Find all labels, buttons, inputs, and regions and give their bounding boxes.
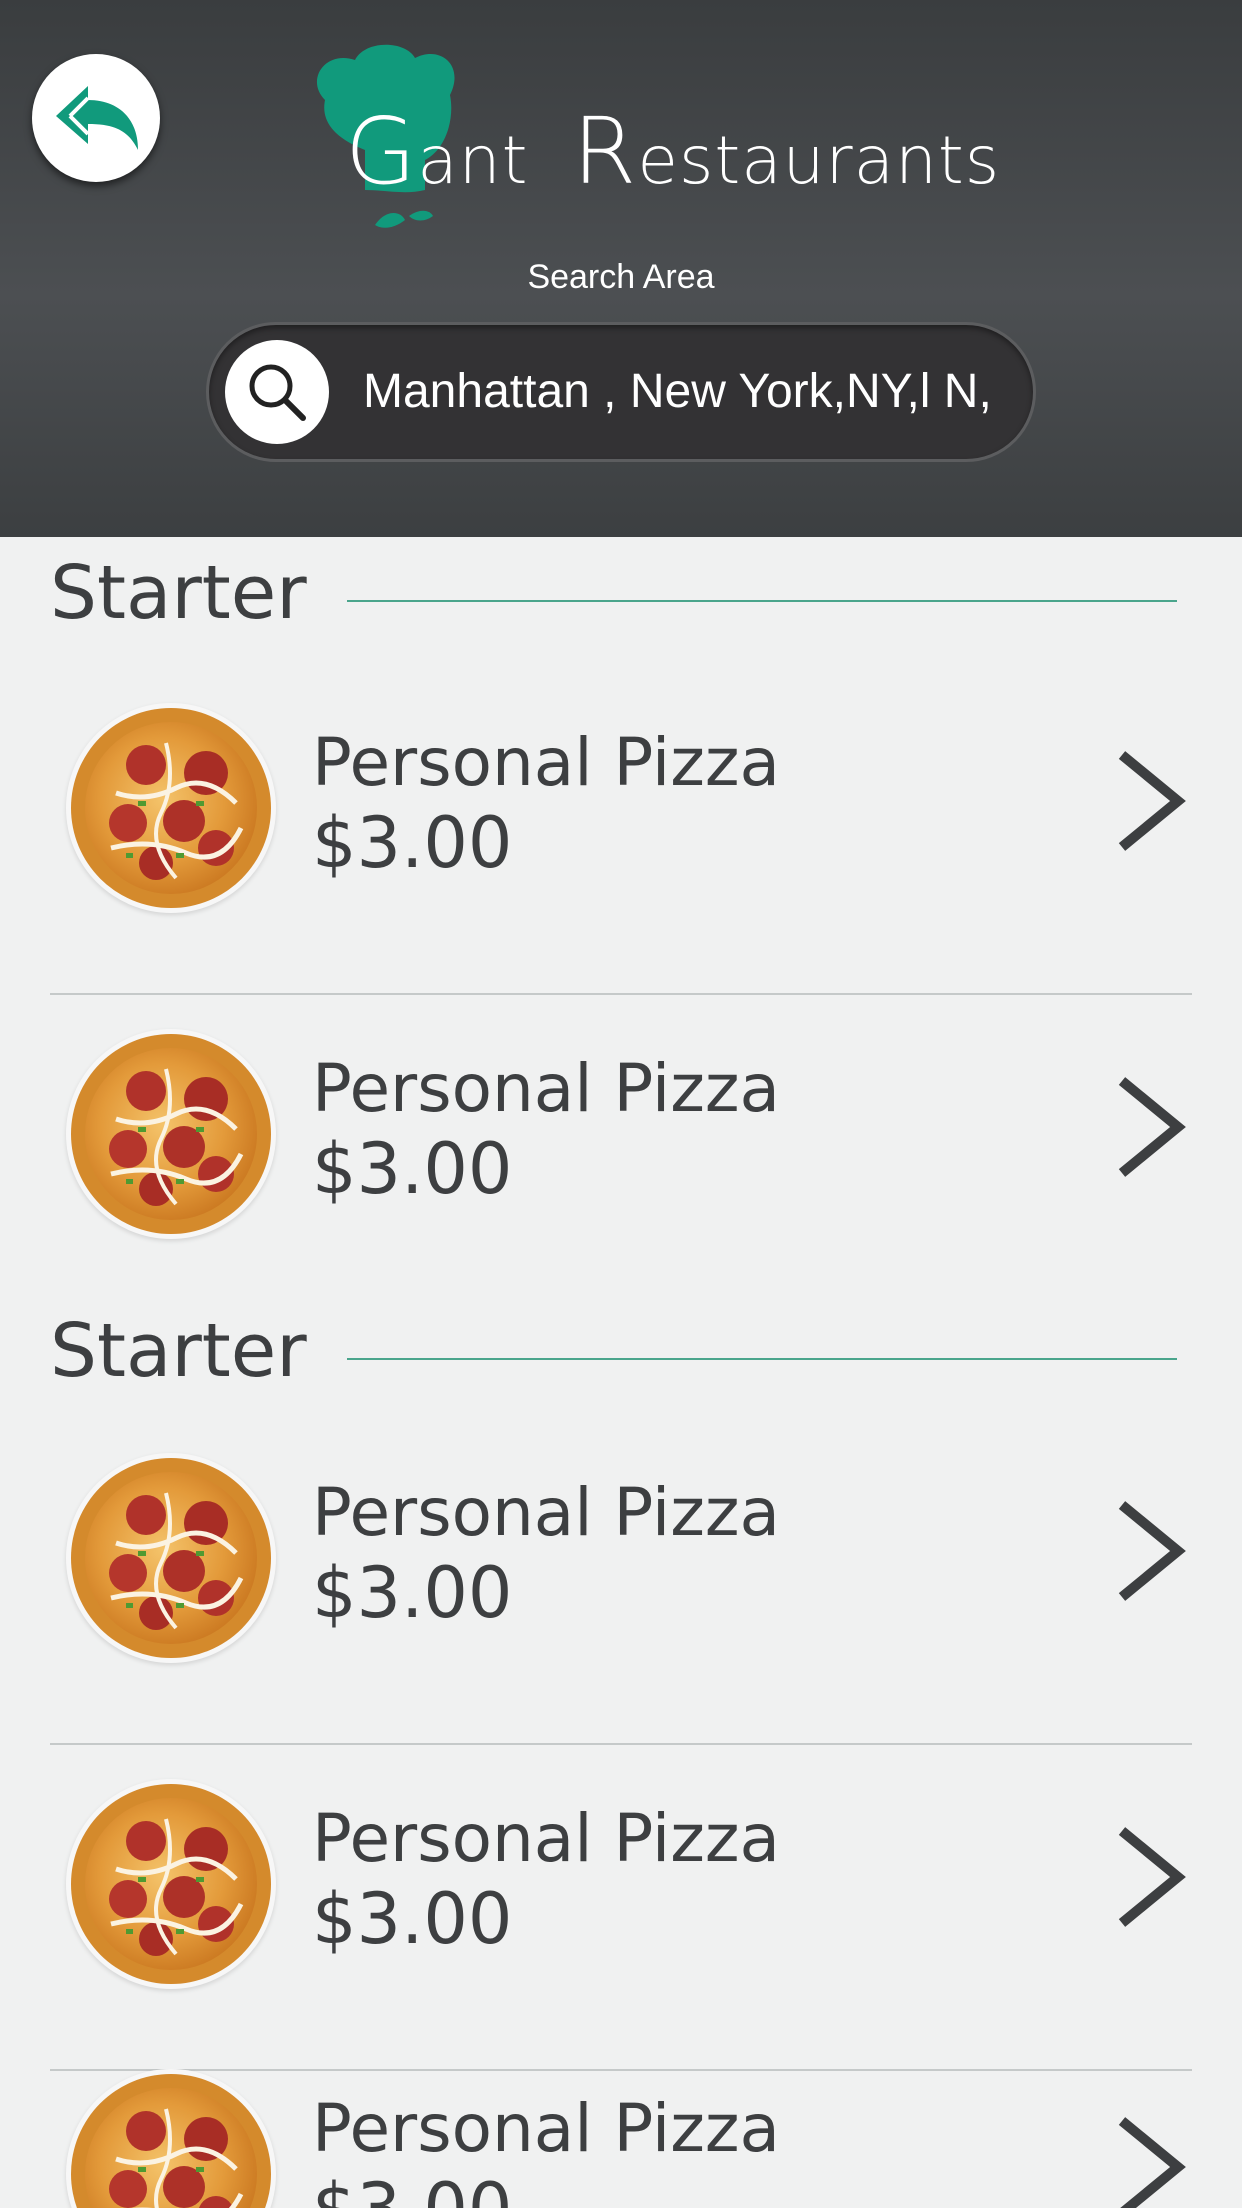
divider [50,993,1192,995]
item-photo [66,1779,276,1989]
chevron-right-icon[interactable] [1110,749,1190,853]
item-name: Personal Pizza [312,2090,780,2167]
app-header: Gant Restaurants Search Area Manhattan ,… [0,0,1242,537]
item-name: Personal Pizza [312,1050,780,1127]
section-header: Starter [50,548,1178,638]
chevron-right-icon[interactable] [1110,2115,1190,2208]
section-title: Starter [50,1308,307,1394]
app-logo: Gant Restaurants [305,40,999,240]
back-arrow-icon [56,86,138,150]
menu-item[interactable]: Personal Pizza $3.00 [50,1453,1192,1779]
item-price: $3.00 [312,2167,512,2208]
section-divider [347,600,1177,602]
item-name: Personal Pizza [312,1800,780,1877]
search-input[interactable]: Manhattan , New York,NY,l N, [363,325,1003,459]
menu-item[interactable]: Personal Pizza $3.00 [50,1779,1192,2105]
section-divider [347,1358,1177,1360]
item-name: Personal Pizza [312,1474,780,1551]
item-name: Personal Pizza [312,724,780,801]
chevron-right-icon[interactable] [1110,1499,1190,1603]
item-photo [66,1029,276,1239]
section-title: Starter [50,550,307,636]
menu-item[interactable]: Personal Pizza $3.00 [50,703,1192,1029]
item-price: $3.00 [312,1878,513,1960]
item-price: $3.00 [312,1128,513,1210]
logo-wordmark: Gant Restaurants [345,98,1001,205]
item-photo [66,2069,276,2208]
divider [50,1743,1192,1745]
item-price: $3.00 [312,802,513,884]
chevron-right-icon[interactable] [1110,1825,1190,1929]
section-header: Starter [50,1306,1178,1396]
search-icon [249,364,306,421]
item-photo [66,703,276,913]
back-button[interactable] [32,54,160,182]
search-area-label: Search Area [527,258,715,296]
chevron-right-icon[interactable] [1110,1075,1190,1179]
search-button[interactable] [225,340,329,444]
search-field[interactable]: Manhattan , New York,NY,l N, [206,322,1036,462]
item-price: $3.00 [312,1552,513,1634]
menu-item[interactable]: Personal Pizza $3.00 [50,2069,1192,2208]
item-photo [66,1453,276,1663]
